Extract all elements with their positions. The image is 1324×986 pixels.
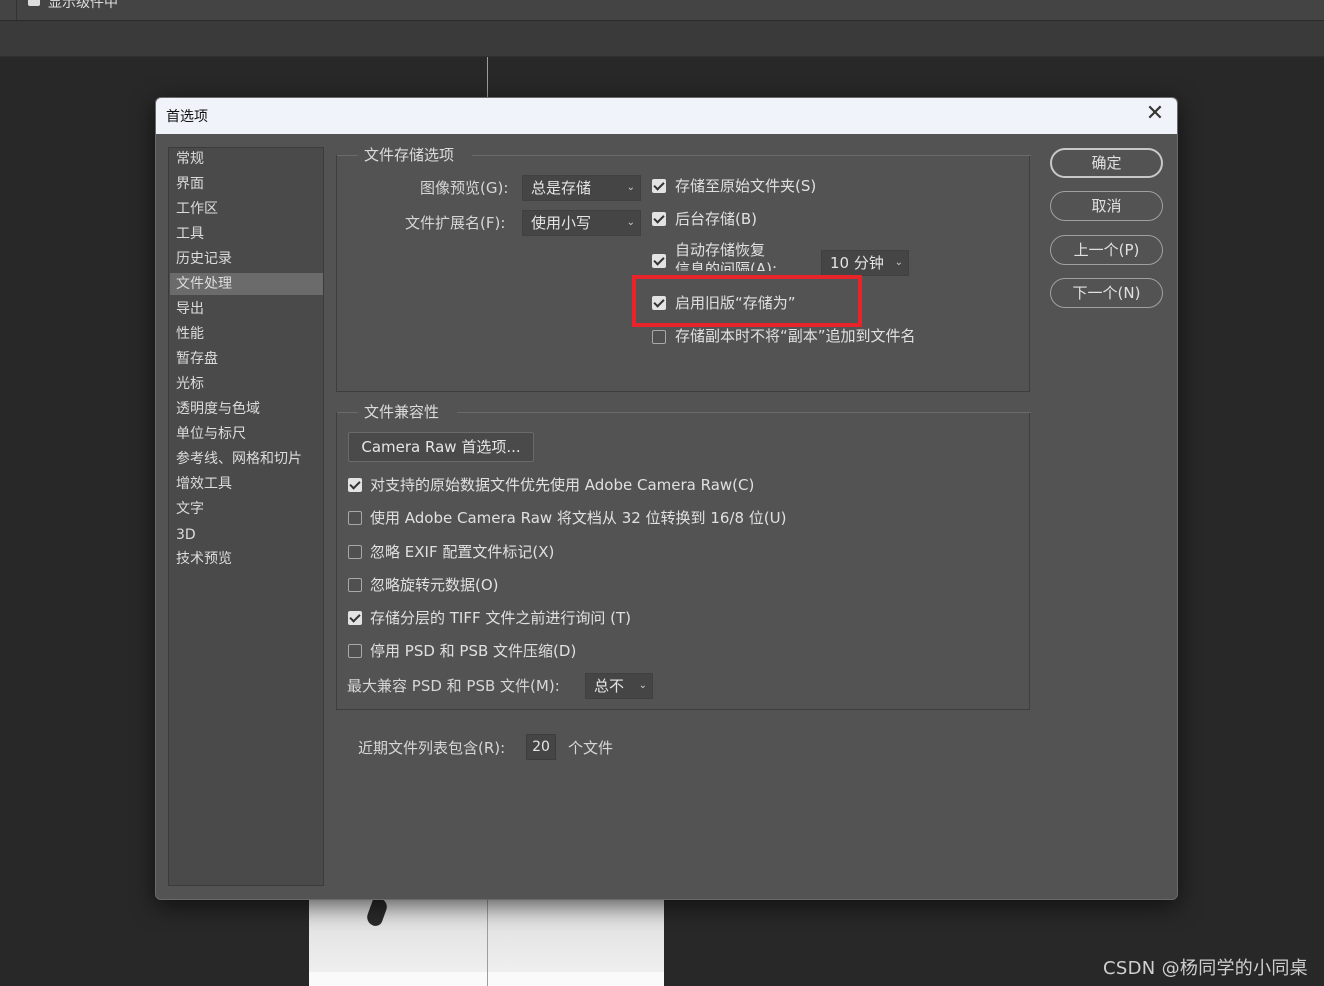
convert-32bit-checkbox[interactable] <box>348 511 362 525</box>
sidebar-item-workspace[interactable]: 工作区 <box>170 198 323 220</box>
ignore-exif-label[interactable]: 忽略 EXIF 配置文件标记(X) <box>370 541 554 562</box>
camera-raw-preferences-button[interactable]: Camera Raw 首选项... <box>348 432 534 462</box>
file-extension-select[interactable]: 使用小写 ⌄ <box>522 210 641 236</box>
document-tab-bar <box>0 21 1324 57</box>
file-extension-value: 使用小写 <box>531 214 592 232</box>
autosave-label-line1[interactable]: 自动存储恢复 <box>675 241 765 259</box>
sidebar-item-type[interactable]: 文字 <box>170 498 323 520</box>
sidebar-item-3d[interactable]: 3D <box>170 524 323 546</box>
sidebar-item-interface[interactable]: 界面 <box>170 173 323 195</box>
sidebar-item-plugins[interactable]: 增效工具 <box>170 473 323 495</box>
sidebar-item-units[interactable]: 单位与标尺 <box>170 423 323 445</box>
no-copy-suffix-checkbox[interactable] <box>652 330 666 344</box>
show-checkbox[interactable] <box>28 0 40 6</box>
ignore-rotation-checkbox[interactable] <box>348 578 362 592</box>
file-compat-title: 文件兼容性 <box>358 401 446 422</box>
sidebar-item-history[interactable]: 历史记录 <box>170 248 323 270</box>
max-compat-value: 总不 <box>594 677 625 695</box>
group-line-right <box>472 155 1031 156</box>
recent-files-label: 近期文件列表包含(R): <box>358 739 506 757</box>
chevron-down-icon: ⌄ <box>894 257 903 268</box>
save-to-original-label[interactable]: 存储至原始文件夹(S) <box>675 175 816 196</box>
disable-psd-compression-label[interactable]: 停用 PSD 和 PSB 文件压缩(D) <box>370 640 576 661</box>
cancel-button[interactable]: 取消 <box>1050 191 1163 221</box>
file-extension-label: 文件扩展名(F): <box>405 214 506 232</box>
image-preview-value: 总是存储 <box>531 179 592 197</box>
ok-button[interactable]: 确定 <box>1050 148 1163 178</box>
sidebar-item-cursors[interactable]: 光标 <box>170 373 323 395</box>
autosave-label-line2-clip: 信息的间隔(A): <box>675 259 777 271</box>
image-preview-label: 图像预览(G): <box>420 179 509 197</box>
options-separator <box>16 0 17 20</box>
image-preview-select[interactable]: 总是存储 ⌄ <box>522 175 641 201</box>
canvas-shape <box>364 896 390 928</box>
prefer-camera-raw-checkbox[interactable] <box>348 478 362 492</box>
legacy-save-as-label[interactable]: 启用旧版“存储为” <box>675 292 796 313</box>
app-options-bar: 显示级件中 <box>0 0 1324 21</box>
chevron-down-icon: ⌄ <box>626 182 635 193</box>
sidebar-item-file-handling[interactable]: 文件处理 <box>170 273 323 295</box>
convert-32bit-label[interactable]: 使用 Adobe Camera Raw 将文档从 32 位转换到 16/8 位(… <box>370 507 786 528</box>
close-icon[interactable]: ✕ <box>1145 103 1165 126</box>
sidebar-item-transparency[interactable]: 透明度与色域 <box>170 398 323 420</box>
save-to-original-checkbox[interactable] <box>652 179 666 193</box>
recent-files-suffix: 个文件 <box>568 739 614 757</box>
dialog-titlebar: 首选项 ✕ <box>156 98 1177 134</box>
autosave-interval-select[interactable]: 10 分钟 ⌄ <box>821 250 909 276</box>
disable-psd-compression-checkbox[interactable] <box>348 644 362 658</box>
watermark: CSDN @杨同学的小同桌 <box>1103 958 1308 979</box>
ignore-exif-checkbox[interactable] <box>348 545 362 559</box>
max-compat-select[interactable]: 总不 ⌄ <box>585 673 653 699</box>
file-save-options-title: 文件存储选项 <box>358 144 461 165</box>
chevron-down-icon: ⌄ <box>626 217 635 228</box>
background-save-label[interactable]: 后台存储(B) <box>675 208 757 229</box>
ignore-rotation-label[interactable]: 忽略旋转元数据(O) <box>370 574 499 595</box>
options-label: 显示级件中 <box>48 0 118 11</box>
sidebar-item-export[interactable]: 导出 <box>170 298 323 320</box>
autosave-interval-value: 10 分钟 <box>830 254 884 272</box>
autosave-label-line2[interactable]: 信息的间隔(A): <box>675 260 777 271</box>
next-button[interactable]: 下一个(N) <box>1050 278 1163 308</box>
dialog-title: 首选项 <box>166 109 208 125</box>
sidebar-item-performance[interactable]: 性能 <box>170 323 323 345</box>
ask-tiff-layers-checkbox[interactable] <box>348 611 362 625</box>
prefer-camera-raw-label[interactable]: 对支持的原始数据文件优先使用 Adobe Camera Raw(C) <box>370 474 754 495</box>
sidebar-item-tech-preview[interactable]: 技术预览 <box>170 548 323 570</box>
no-copy-suffix-label[interactable]: 存储副本时不将“副本”追加到文件名 <box>675 325 916 346</box>
recent-files-input[interactable]: 20 <box>526 734 556 760</box>
sidebar-item-guides[interactable]: 参考线、网格和切片 <box>170 448 323 470</box>
ask-tiff-layers-label[interactable]: 存储分层的 TIFF 文件之前进行询问 (T) <box>370 607 631 628</box>
group-line-left <box>337 412 359 413</box>
autosave-checkbox[interactable] <box>652 254 666 268</box>
preferences-dialog: 首选项 ✕ 常规 界面 工作区 工具 历史记录 文件处理 导出 性能 暂存盘 光… <box>155 97 1178 900</box>
sidebar-item-tools[interactable]: 工具 <box>170 223 323 245</box>
group-line-right <box>457 412 1031 413</box>
legacy-save-as-checkbox[interactable] <box>652 296 666 310</box>
guide-line-bottom <box>487 898 488 986</box>
chevron-down-icon: ⌄ <box>638 680 647 691</box>
previous-button[interactable]: 上一个(P) <box>1050 235 1163 265</box>
preferences-category-list: 常规 界面 工作区 工具 历史记录 文件处理 导出 性能 暂存盘 光标 透明度与… <box>168 147 324 886</box>
group-line-left <box>337 155 359 156</box>
sidebar-item-general[interactable]: 常规 <box>170 148 323 170</box>
sidebar-item-scratch-disks[interactable]: 暂存盘 <box>170 348 323 370</box>
guide-line-top <box>487 57 488 97</box>
background-save-checkbox[interactable] <box>652 212 666 226</box>
max-compat-label: 最大兼容 PSD 和 PSB 文件(M): <box>347 677 560 695</box>
